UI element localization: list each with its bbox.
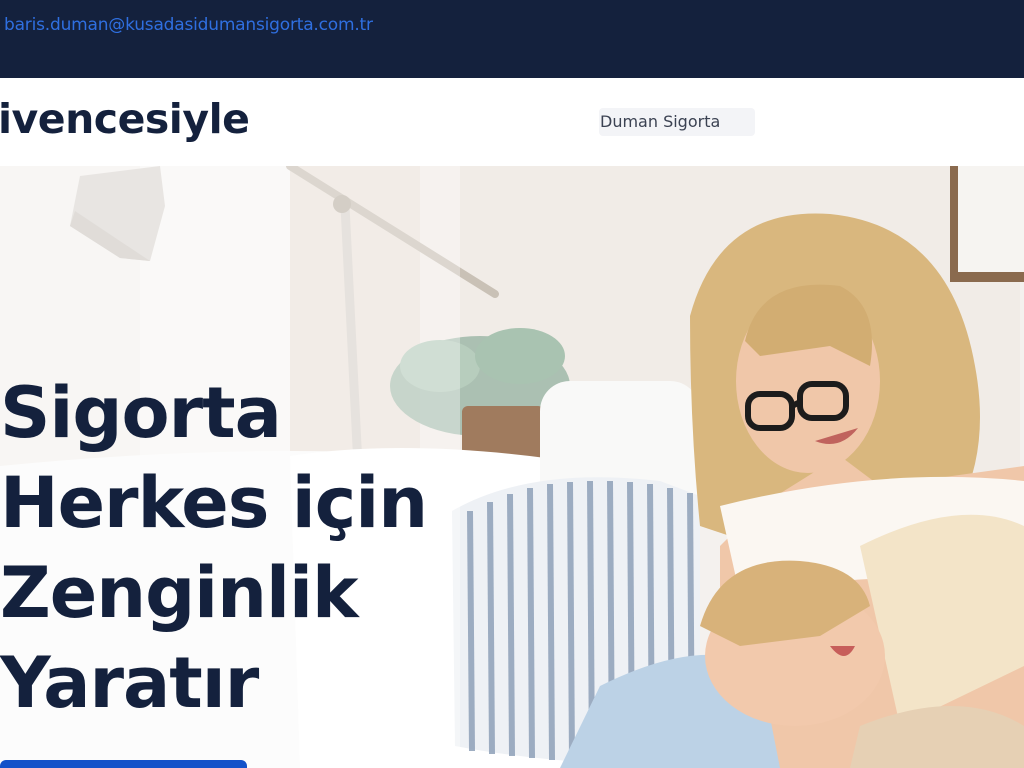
- hero-cta-button[interactable]: [0, 760, 247, 768]
- top-bar: baris.duman@kusadasidumansigorta.com.tr: [0, 0, 1024, 78]
- hero-title-line: Herkes için: [0, 462, 428, 544]
- site-header: ivencesiyle Duman Sigorta: [0, 78, 1024, 166]
- hero-title-line: Yaratır: [0, 642, 259, 724]
- hero-title-line: Zenginlik: [0, 552, 359, 634]
- hero-title: Sigorta Herkes için Zenginlik Yaratır: [0, 368, 520, 728]
- hero-section: Sigorta Herkes için Zenginlik Yaratır: [0, 166, 1024, 768]
- brand-name[interactable]: Duman Sigorta: [599, 108, 755, 136]
- hero-title-line: Sigorta: [0, 372, 282, 454]
- email-link[interactable]: baris.duman@kusadasidumansigorta.com.tr: [4, 15, 373, 35]
- header-tagline: ivencesiyle: [0, 95, 250, 143]
